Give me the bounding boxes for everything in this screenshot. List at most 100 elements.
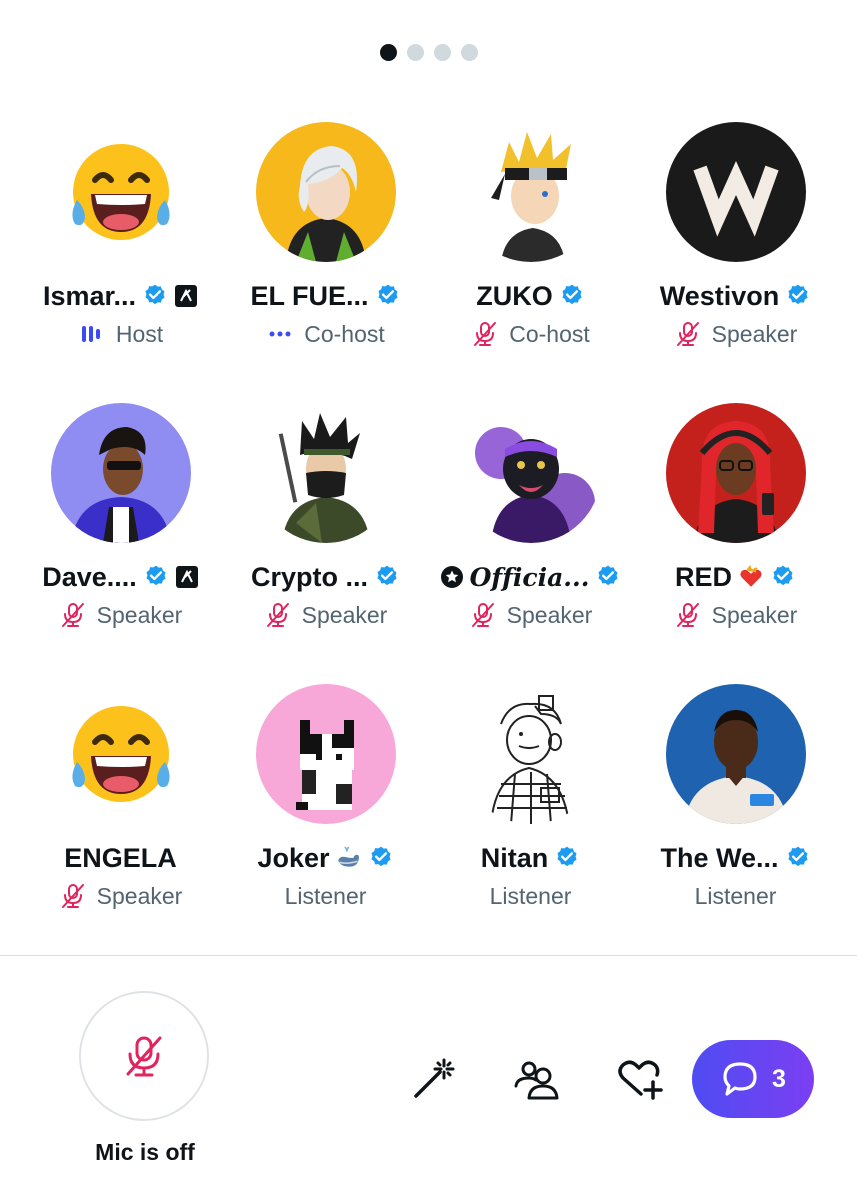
participant-name: EL FUE... bbox=[250, 280, 369, 311]
participant-name: Dave.... bbox=[42, 561, 137, 592]
page-dot-4[interactable] bbox=[460, 44, 478, 61]
pixel-cat-avatar bbox=[255, 684, 396, 824]
verified-badge-icon bbox=[377, 284, 398, 305]
avatar[interactable] bbox=[665, 403, 806, 543]
mic-toggle-button[interactable] bbox=[79, 991, 209, 1121]
participant-name: Joker bbox=[257, 842, 330, 873]
participant-card[interactable]: RED Speaker bbox=[633, 403, 838, 684]
chat-count: 3 bbox=[772, 1064, 786, 1093]
heart-plus-icon bbox=[618, 1060, 663, 1100]
man-sunglasses-avatar bbox=[50, 403, 191, 543]
avatar[interactable] bbox=[665, 122, 806, 262]
avatar[interactable] bbox=[51, 684, 191, 824]
page-dot-2[interactable] bbox=[406, 44, 424, 61]
participant-name: 𝑶𝒇𝒇𝒊𝒄𝒊𝒂... bbox=[469, 562, 590, 592]
verified-badge-icon bbox=[146, 565, 166, 586]
participant-name: ZUKO bbox=[476, 280, 553, 311]
mic-off-icon bbox=[61, 603, 84, 627]
verified-badge-icon bbox=[787, 846, 808, 867]
people-icon bbox=[514, 1061, 559, 1100]
avatar[interactable] bbox=[460, 684, 601, 824]
participant-role: Speaker bbox=[96, 601, 183, 628]
avatar[interactable] bbox=[255, 403, 396, 543]
participant-role: Speaker bbox=[711, 601, 798, 628]
mic-off-icon bbox=[471, 603, 494, 627]
verified-badge-icon bbox=[598, 565, 618, 586]
participant-role: Host bbox=[115, 320, 164, 347]
mic-off-icon bbox=[61, 884, 84, 908]
participant-name: Ismar... bbox=[42, 280, 137, 311]
star-circle-icon bbox=[440, 566, 463, 588]
verified-badge-icon bbox=[145, 284, 165, 305]
participant-grid: Ismar... Host EL FUE... Co-host ZUKO Co-… bbox=[18, 122, 838, 965]
participant-card[interactable]: ENGELA Speaker bbox=[18, 684, 223, 965]
participant-role: Speaker bbox=[96, 882, 183, 909]
participant-role: Listener bbox=[694, 882, 777, 909]
participant-name: Nitan bbox=[480, 842, 549, 873]
avatar[interactable] bbox=[255, 122, 396, 262]
mic-status-label: Mic is off bbox=[95, 1139, 195, 1165]
react-button[interactable] bbox=[613, 1052, 665, 1104]
participant-role: Speaker bbox=[711, 320, 798, 347]
verified-badge-icon bbox=[773, 565, 793, 586]
mic-off-icon bbox=[676, 322, 699, 346]
anime-white-hair-avatar bbox=[255, 122, 396, 262]
participant-card[interactable]: Joker Listener bbox=[223, 684, 428, 965]
mic-off-icon bbox=[266, 603, 289, 627]
participant-card[interactable]: Westivon Speaker bbox=[633, 122, 838, 403]
participant-card[interactable]: Crypto ... Speaker bbox=[223, 403, 428, 684]
page-dot-1[interactable] bbox=[379, 44, 397, 61]
participant-name: RED bbox=[674, 561, 732, 592]
laughing-emoji-icon bbox=[71, 706, 170, 802]
heart-on-fire-emoji-icon bbox=[740, 565, 762, 587]
affiliate-badge-icon bbox=[175, 566, 198, 588]
chat-button[interactable]: 3 bbox=[692, 1040, 814, 1118]
participants-button[interactable] bbox=[509, 1052, 561, 1104]
red-hair-woman-avatar bbox=[665, 403, 806, 543]
verified-badge-icon bbox=[788, 284, 808, 305]
effects-button[interactable] bbox=[408, 1052, 460, 1104]
participant-card[interactable]: EL FUE... Co-host bbox=[223, 122, 428, 403]
participant-role: Co-host bbox=[304, 320, 385, 347]
mic-off-icon bbox=[126, 1036, 162, 1077]
whale-emoji-icon bbox=[337, 846, 359, 867]
w-logo-avatar bbox=[665, 122, 806, 262]
avatar[interactable] bbox=[50, 403, 191, 543]
avatar[interactable] bbox=[665, 684, 806, 824]
participant-role: Speaker bbox=[506, 601, 593, 628]
sketch-character-avatar bbox=[460, 684, 601, 824]
participant-card[interactable]: Nitan Listener bbox=[428, 684, 633, 965]
purple-panther-avatar bbox=[460, 403, 601, 543]
avatar[interactable] bbox=[460, 403, 601, 543]
anime-ninja-blonde-avatar bbox=[460, 122, 601, 262]
divider bbox=[0, 955, 857, 956]
speaking-bars-icon bbox=[81, 326, 100, 342]
mic-off-icon bbox=[474, 322, 497, 346]
participant-card[interactable]: Dave.... Speaker bbox=[18, 403, 223, 684]
participant-name: Crypto ... bbox=[250, 561, 368, 592]
participant-card[interactable]: ZUKO Co-host bbox=[428, 122, 633, 403]
participant-name: The We... bbox=[660, 842, 779, 873]
verified-badge-icon bbox=[377, 565, 397, 586]
chat-bubble-icon bbox=[723, 1062, 757, 1096]
man-web3-shirt-avatar bbox=[665, 684, 806, 824]
participant-card[interactable]: Ismar... Host bbox=[18, 122, 223, 403]
participant-role: Co-host bbox=[509, 320, 590, 347]
participant-role: Listener bbox=[284, 882, 367, 909]
participant-name: Westivon bbox=[659, 280, 780, 311]
participant-card[interactable]: The We... Listener bbox=[633, 684, 838, 965]
verified-badge-icon bbox=[562, 284, 582, 305]
verified-badge-icon bbox=[370, 846, 391, 867]
page-indicator bbox=[0, 44, 857, 61]
participant-role: Listener bbox=[489, 882, 572, 909]
avatar[interactable] bbox=[51, 122, 191, 262]
magic-wand-icon bbox=[414, 1058, 455, 1098]
mic-off-icon bbox=[676, 603, 699, 627]
participant-card[interactable]: 𝑶𝒇𝒇𝒊𝒄𝒊𝒂... Speaker bbox=[428, 403, 633, 684]
page-dot-3[interactable] bbox=[433, 44, 451, 61]
avatar[interactable] bbox=[460, 122, 601, 262]
avatar[interactable] bbox=[255, 684, 396, 824]
dots-icon bbox=[269, 331, 291, 337]
affiliate-badge-icon bbox=[175, 285, 198, 307]
participant-role: Speaker bbox=[301, 601, 388, 628]
